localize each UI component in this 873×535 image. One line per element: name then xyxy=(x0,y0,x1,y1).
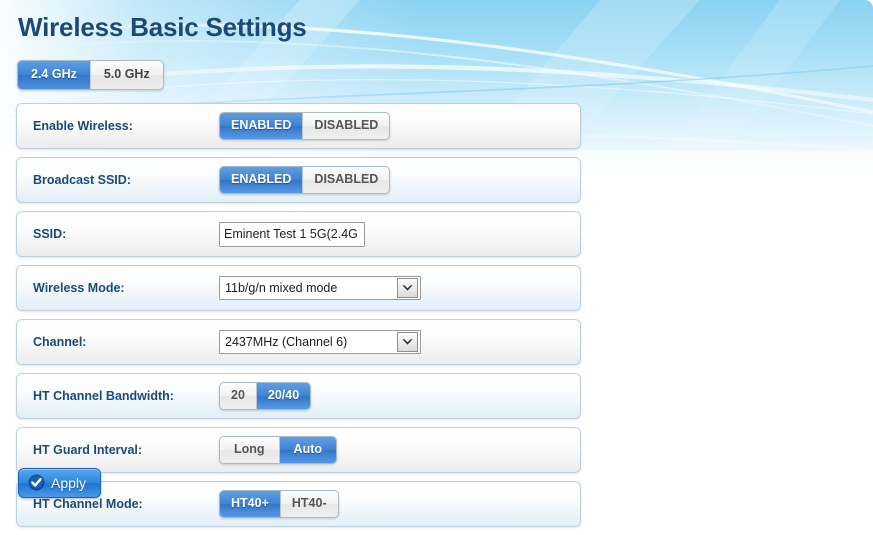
settings-list: Enable Wireless: ENABLED DISABLED Broadc… xyxy=(16,103,581,535)
wireless-mode-select[interactable]: 11b/g/n mixed mode xyxy=(219,276,421,300)
setting-row-ssid: SSID: xyxy=(16,211,581,257)
label-broadcast-ssid: Broadcast SSID: xyxy=(33,173,131,187)
toggle-broadcast-ssid-disabled-label: DISABLED xyxy=(314,172,379,186)
toggle-ht-channel-mode: HT40+ HT40- xyxy=(219,490,339,518)
band-tabs: 2.4 GHz 5.0 GHz xyxy=(17,60,164,90)
label-channel: Channel: xyxy=(33,335,87,349)
toggle-ht-guard-interval-option-auto[interactable]: Auto xyxy=(278,437,337,463)
toggle-ht-guard-interval-option-long[interactable]: Long xyxy=(220,437,279,463)
ssid-input[interactable] xyxy=(219,221,365,247)
wireless-mode-selected-value: 11b/g/n mixed mode xyxy=(225,281,338,295)
toggle-ht-guard-interval: Long Auto xyxy=(219,436,338,464)
toggle-enable-wireless-enabled-label: ENABLED xyxy=(231,118,292,132)
toggle-broadcast-ssid-option-disabled[interactable]: DISABLED xyxy=(302,167,390,193)
chevron-down-icon[interactable] xyxy=(397,332,418,352)
toggle-ht-channel-bandwidth-option-20[interactable]: 20 xyxy=(220,383,256,409)
label-ssid: SSID: xyxy=(33,227,67,241)
toggle-enable-wireless-disabled-label: DISABLED xyxy=(314,118,379,132)
control-ht-channel-mode: HT40+ HT40- xyxy=(219,490,580,518)
toggle-ht-channel-bandwidth-option-2040[interactable]: 20/40 xyxy=(255,383,311,409)
toggle-ht-channel-mode-ht40minus-label: HT40- xyxy=(291,496,327,510)
toggle-broadcast-ssid: ENABLED DISABLED xyxy=(219,166,391,194)
control-wireless-mode: 11b/g/n mixed mode xyxy=(219,276,580,300)
control-enable-wireless: ENABLED DISABLED xyxy=(219,112,580,140)
label-wireless-mode: Wireless Mode: xyxy=(33,281,125,295)
page-title: Wireless Basic Settings xyxy=(18,12,307,42)
toggle-ht-channel-mode-option-ht40plus[interactable]: HT40+ xyxy=(220,491,280,517)
toggle-ht-channel-bandwidth: 20 20/40 xyxy=(219,382,312,410)
control-ht-guard-interval: Long Auto xyxy=(219,436,580,464)
tab-2-4ghz[interactable]: 2.4 GHz xyxy=(18,61,90,89)
label-ht-channel-bandwidth: HT Channel Bandwidth: xyxy=(33,389,174,403)
chevron-down-icon[interactable] xyxy=(397,278,418,298)
toggle-ht-channel-mode-option-ht40minus[interactable]: HT40- xyxy=(279,491,338,517)
apply-button[interactable]: Apply xyxy=(18,468,102,498)
control-channel: 2437MHz (Channel 6) xyxy=(219,330,580,354)
setting-row-channel: Channel: 2437MHz (Channel 6) xyxy=(16,319,581,365)
setting-row-wireless-mode: Wireless Mode: 11b/g/n mixed mode xyxy=(16,265,581,311)
label-enable-wireless: Enable Wireless: xyxy=(33,119,133,133)
tab-5-0ghz-label: 5.0 GHz xyxy=(103,67,150,81)
setting-row-ht-channel-bandwidth: HT Channel Bandwidth: 20 20/40 xyxy=(16,373,581,419)
control-broadcast-ssid: ENABLED DISABLED xyxy=(219,166,580,194)
toggle-ht-channel-mode-ht40plus-label: HT40+ xyxy=(231,496,269,510)
setting-row-enable-wireless: Enable Wireless: ENABLED DISABLED xyxy=(16,103,581,149)
tab-2-4ghz-label: 2.4 GHz xyxy=(31,67,77,81)
toggle-ht-guard-interval-long-label: Long xyxy=(234,442,265,456)
check-circle-icon xyxy=(28,474,45,491)
label-ht-guard-interval: HT Guard Interval: xyxy=(33,443,143,457)
channel-select[interactable]: 2437MHz (Channel 6) xyxy=(219,330,421,354)
toggle-ht-channel-bandwidth-20-label: 20 xyxy=(231,388,245,402)
setting-row-ht-guard-interval: HT Guard Interval: Long Auto xyxy=(16,427,581,473)
toggle-enable-wireless: ENABLED DISABLED xyxy=(219,112,391,140)
label-ht-channel-mode: HT Channel Mode: xyxy=(33,497,143,511)
toggle-broadcast-ssid-option-enabled[interactable]: ENABLED xyxy=(220,167,303,193)
toggle-enable-wireless-option-disabled[interactable]: DISABLED xyxy=(302,113,390,139)
channel-selected-value: 2437MHz (Channel 6) xyxy=(225,335,348,349)
toggle-enable-wireless-option-enabled[interactable]: ENABLED xyxy=(220,113,303,139)
toggle-broadcast-ssid-enabled-label: ENABLED xyxy=(231,172,292,186)
control-ssid xyxy=(219,221,580,247)
toggle-ht-channel-bandwidth-2040-label: 20/40 xyxy=(267,388,300,402)
setting-row-broadcast-ssid: Broadcast SSID: ENABLED DISABLED xyxy=(16,157,581,203)
tab-5-0ghz[interactable]: 5.0 GHz xyxy=(89,61,163,89)
apply-button-label: Apply xyxy=(51,474,87,491)
control-ht-channel-bandwidth: 20 20/40 xyxy=(219,382,580,410)
toggle-ht-guard-interval-auto-label: Auto xyxy=(293,442,323,456)
